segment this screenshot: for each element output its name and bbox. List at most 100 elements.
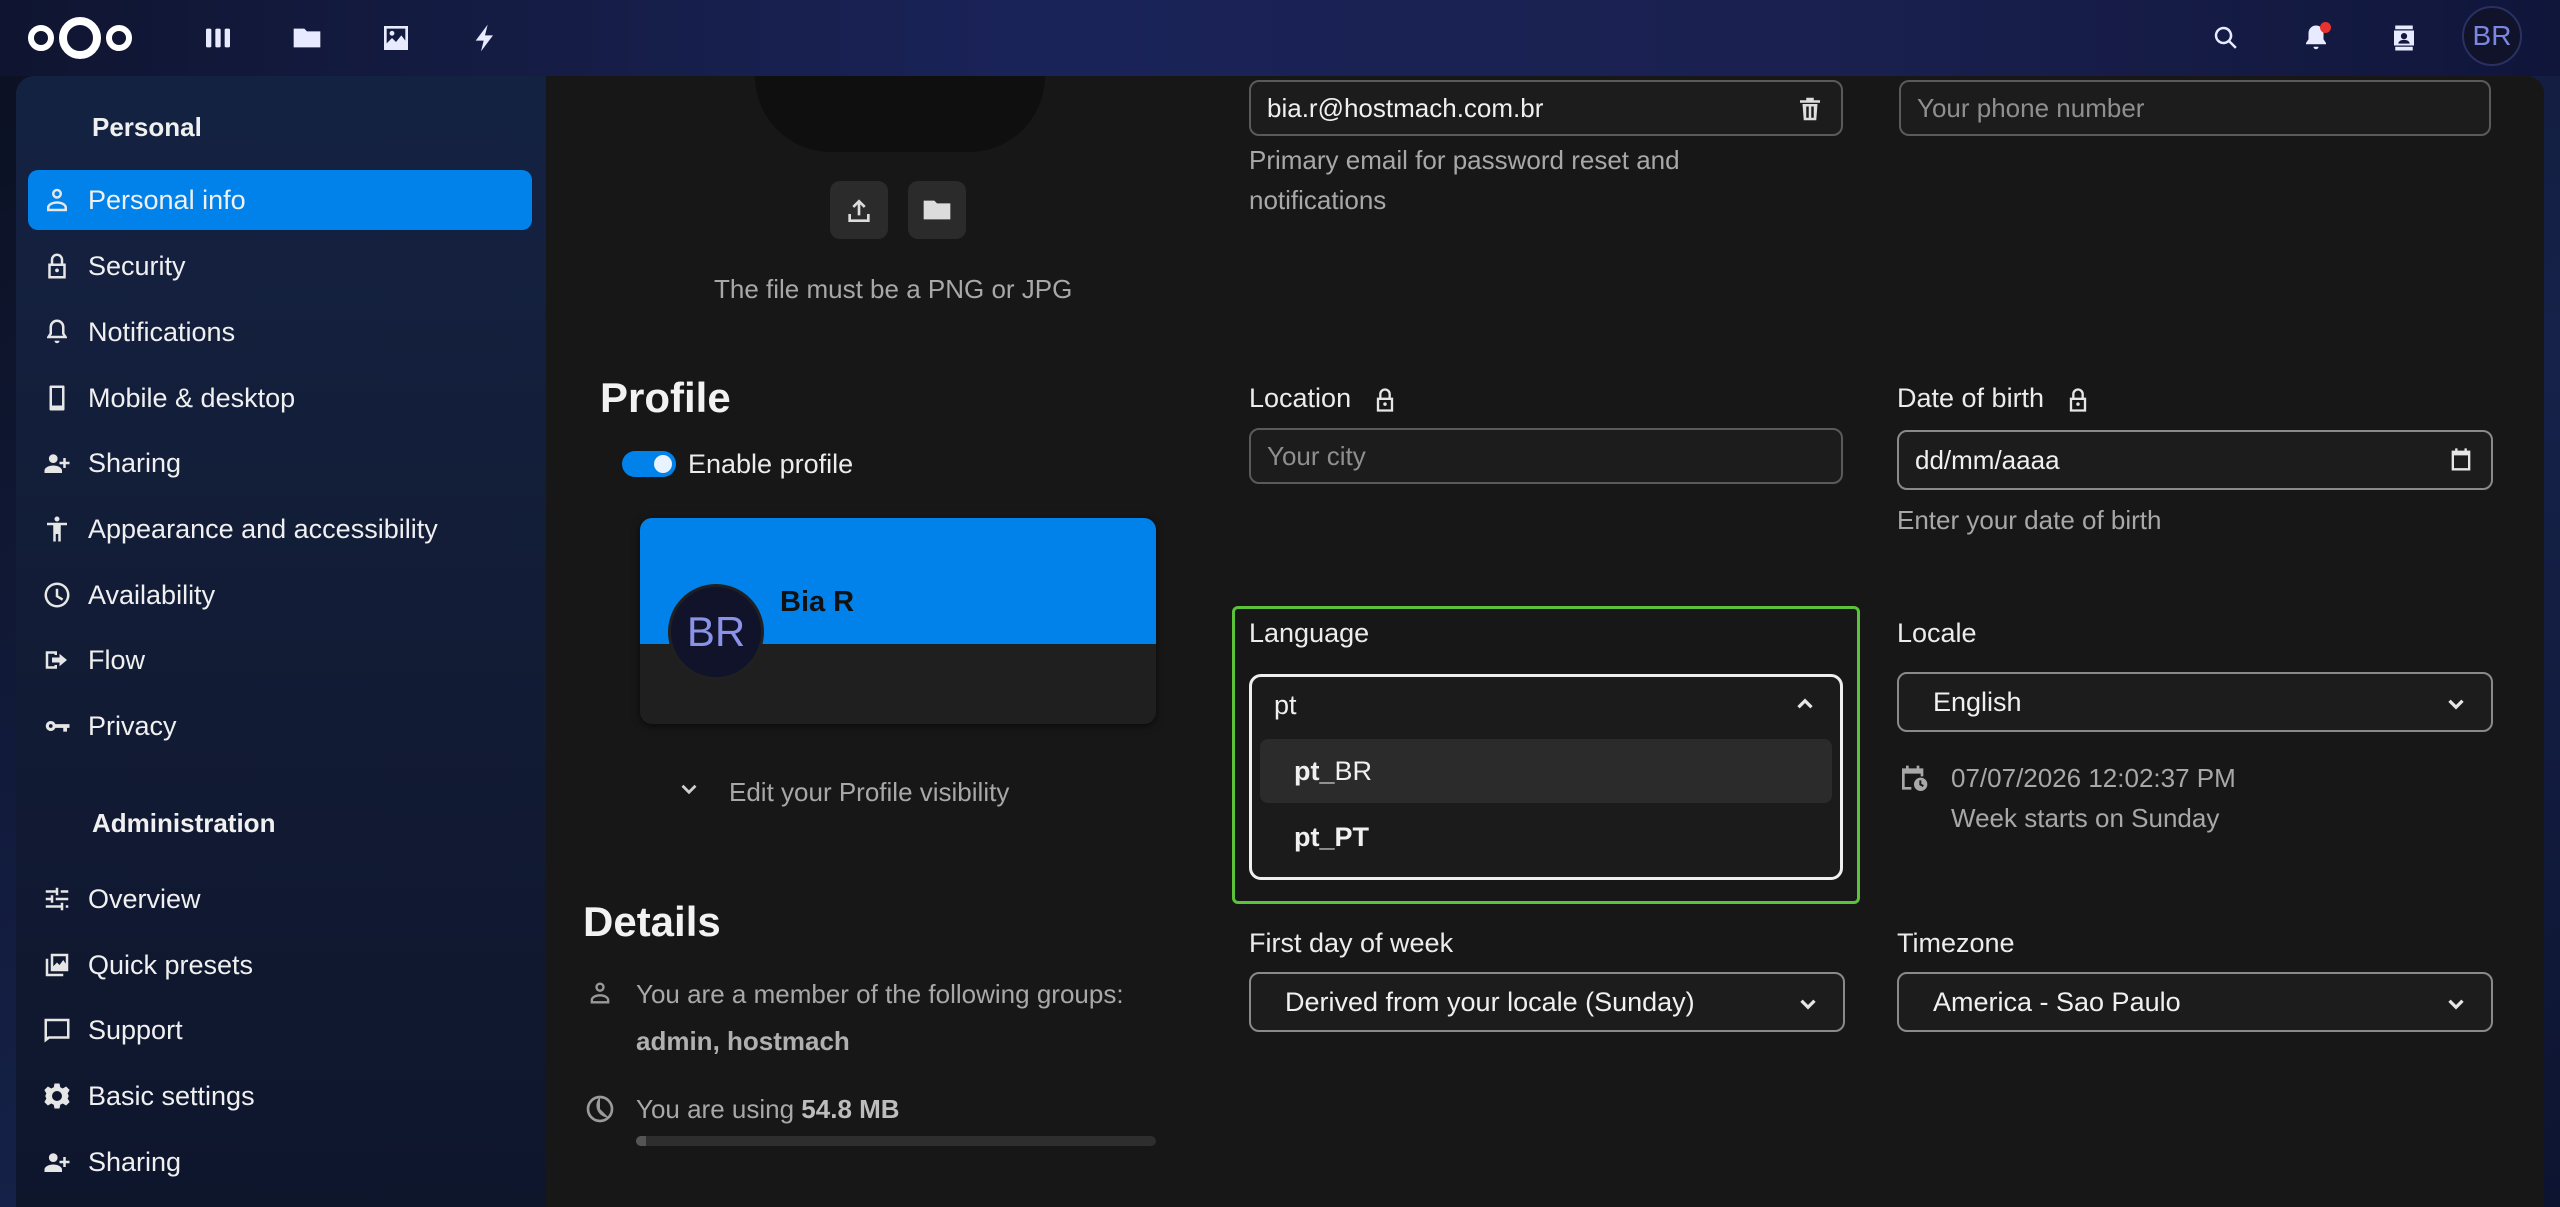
sidebar-item-label: Flow: [88, 644, 146, 675]
sidebar-item-support[interactable]: Support: [28, 1000, 532, 1060]
share-person-icon: [42, 448, 72, 478]
profile-card-avatar: BR: [668, 584, 764, 680]
accessibility-icon: [42, 514, 72, 544]
chevron-down-icon[interactable]: [676, 776, 702, 802]
photos-icon[interactable]: [376, 18, 416, 58]
delete-trash-icon[interactable]: [1795, 94, 1825, 124]
sidebar-item-overview[interactable]: Overview: [28, 869, 532, 929]
share-person-icon: [42, 1147, 72, 1177]
sidebar-item-label: Basic settings: [88, 1080, 255, 1111]
birth-date-input[interactable]: dd/mm/aaaa: [1897, 430, 2493, 490]
person-icon: [42, 185, 72, 215]
chevron-down-icon: [1795, 991, 1821, 1017]
profile-heading: Profile: [600, 374, 731, 421]
sidebar-item-mobile-desktop[interactable]: Mobile & desktop: [28, 368, 532, 428]
lock-icon: [42, 251, 72, 281]
sidebar-item-flow[interactable]: Flow: [28, 630, 532, 690]
sidebar-item-label: Notifications: [88, 316, 236, 347]
phone-icon: [42, 383, 72, 413]
locale-label: Locale: [1897, 618, 1977, 648]
gear-icon: [42, 1081, 72, 1111]
sidebar-item-basic-settings[interactable]: Basic settings: [28, 1066, 532, 1126]
sidebar-item-admin-sharing[interactable]: Sharing: [28, 1132, 532, 1192]
language-option-pt-pt[interactable]: pt_PT: [1260, 805, 1832, 869]
sidebar-item-quick-presets[interactable]: Quick presets: [28, 935, 532, 995]
nextcloud-logo[interactable]: [24, 12, 136, 64]
pick-avatar-from-files-button[interactable]: [908, 181, 966, 239]
notifications-bell-icon[interactable]: [2292, 14, 2340, 62]
sidebar-item-label: Mobile & desktop: [88, 382, 296, 413]
storage-progress-bar: [636, 1136, 1156, 1146]
calendar-icon[interactable]: [2447, 446, 2475, 474]
profile-preview-card[interactable]: BR Bia R: [640, 518, 1156, 724]
storage-usage-text: You are using 54.8 MB: [636, 1094, 900, 1125]
language-search-input[interactable]: pt: [1274, 690, 1297, 721]
key-icon: [42, 711, 72, 741]
sidebar-item-label: Quick presets: [88, 949, 254, 980]
language-option-pt-br[interactable]: pt_ BR: [1260, 739, 1832, 803]
groups-text: You are a member of the following groups…: [636, 979, 1124, 1009]
email-field[interactable]: bia.r@hostmach.com.br: [1249, 80, 1843, 136]
location-placeholder: Your city: [1267, 440, 1366, 471]
sidebar-item-label: Appearance and accessibility: [88, 513, 438, 544]
birth-hint: Enter your date of birth: [1897, 505, 2162, 535]
sidebar-item-label: Sharing: [88, 1146, 182, 1177]
option-match-text: pt_PT: [1294, 821, 1370, 852]
avatar-file-hint: The file must be a PNG or JPG: [714, 274, 1073, 304]
phone-field[interactable]: Your phone number: [1899, 80, 2491, 136]
sidebar-item-sharing[interactable]: Sharing: [28, 433, 532, 493]
birth-date-value: dd/mm/aaaa: [1915, 444, 2060, 475]
edit-profile-visibility-button[interactable]: Edit your Profile visibility: [729, 777, 1009, 808]
locale-datetime: 07/07/2026 12:02:37 PM: [1951, 763, 2236, 793]
option-match-text: pt_: [1294, 755, 1335, 786]
contacts-icon[interactable]: [2380, 14, 2428, 62]
email-value: bia.r@hostmach.com.br: [1267, 92, 1544, 123]
bell-icon: [42, 317, 72, 347]
timezone-label: Timezone: [1897, 928, 2015, 958]
timezone-select[interactable]: America - Sao Paulo: [1897, 972, 2493, 1032]
chevron-down-icon: [2443, 991, 2469, 1017]
location-label-text: Location: [1249, 383, 1352, 413]
locale-week-start: Week starts on Sunday: [1951, 803, 2220, 833]
first-day-value: Derived from your locale (Sunday): [1285, 986, 1695, 1017]
sidebar-item-privacy[interactable]: Privacy: [28, 696, 532, 756]
enable-profile-label[interactable]: Enable profile: [688, 449, 853, 480]
sidebar-item-appearance[interactable]: Appearance and accessibility: [28, 499, 532, 559]
sidebar-item-security[interactable]: Security: [28, 236, 532, 296]
activity-icon[interactable]: [465, 18, 505, 58]
calendar-clock-icon: [1898, 763, 1930, 795]
lock-icon[interactable]: [2064, 386, 2092, 414]
sidebar-item-label: Sharing: [88, 447, 182, 478]
location-label: Location: [1249, 383, 1399, 414]
lock-icon[interactable]: [1371, 386, 1399, 414]
user-avatar[interactable]: BR: [2462, 6, 2522, 66]
files-icon[interactable]: [287, 18, 327, 58]
locale-select[interactable]: English: [1897, 672, 2493, 732]
enable-profile-toggle[interactable]: [622, 451, 676, 477]
top-bar: BR: [0, 0, 2560, 76]
sidebar-item-availability[interactable]: Availability: [28, 565, 532, 625]
sidebar-item-label: Security: [88, 250, 186, 281]
upload-icon: [848, 199, 870, 222]
search-icon[interactable]: [2202, 14, 2250, 62]
chevron-up-icon[interactable]: [1792, 691, 1818, 717]
upload-avatar-button[interactable]: [830, 181, 888, 239]
presets-icon: [42, 950, 72, 980]
email-hint-line1: Primary email for password reset and: [1249, 145, 1680, 175]
sidebar-item-personal-info[interactable]: Personal info: [28, 170, 532, 230]
first-day-select[interactable]: Derived from your locale (Sunday): [1249, 972, 1845, 1032]
first-day-label: First day of week: [1249, 928, 1454, 958]
sidebar-item-notifications[interactable]: Notifications: [28, 302, 532, 362]
language-select-open[interactable]: pt pt_ BR pt_PT: [1249, 674, 1843, 880]
sidebar-item-label: Overview: [88, 883, 201, 914]
groups-person-icon: [586, 979, 614, 1007]
flow-icon: [42, 645, 72, 675]
birth-label: Date of birth: [1897, 383, 2092, 414]
notification-dot: [2320, 22, 2331, 33]
profile-card-name: Bia R: [780, 586, 855, 618]
sidebar-heading-personal: Personal: [92, 112, 202, 142]
sidebar-item-label: Privacy: [88, 710, 177, 741]
dashboard-icon[interactable]: [198, 18, 238, 58]
location-input[interactable]: Your city: [1249, 428, 1843, 484]
timezone-value: America - Sao Paulo: [1933, 986, 2181, 1017]
